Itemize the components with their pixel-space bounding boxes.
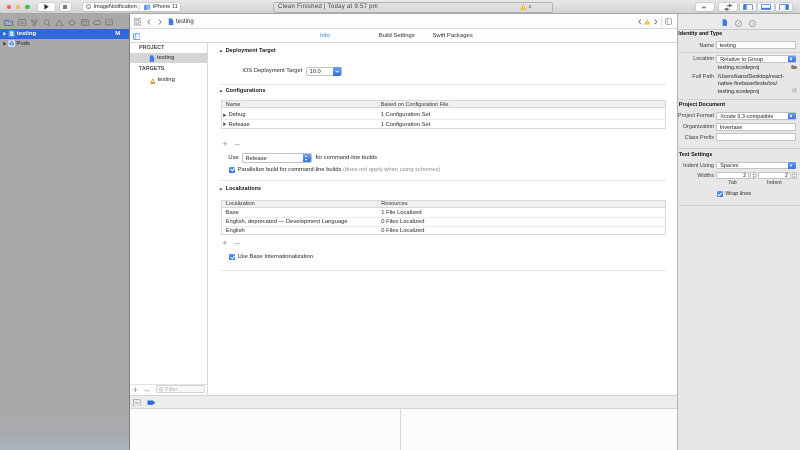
- svg-text:?: ?: [751, 21, 754, 26]
